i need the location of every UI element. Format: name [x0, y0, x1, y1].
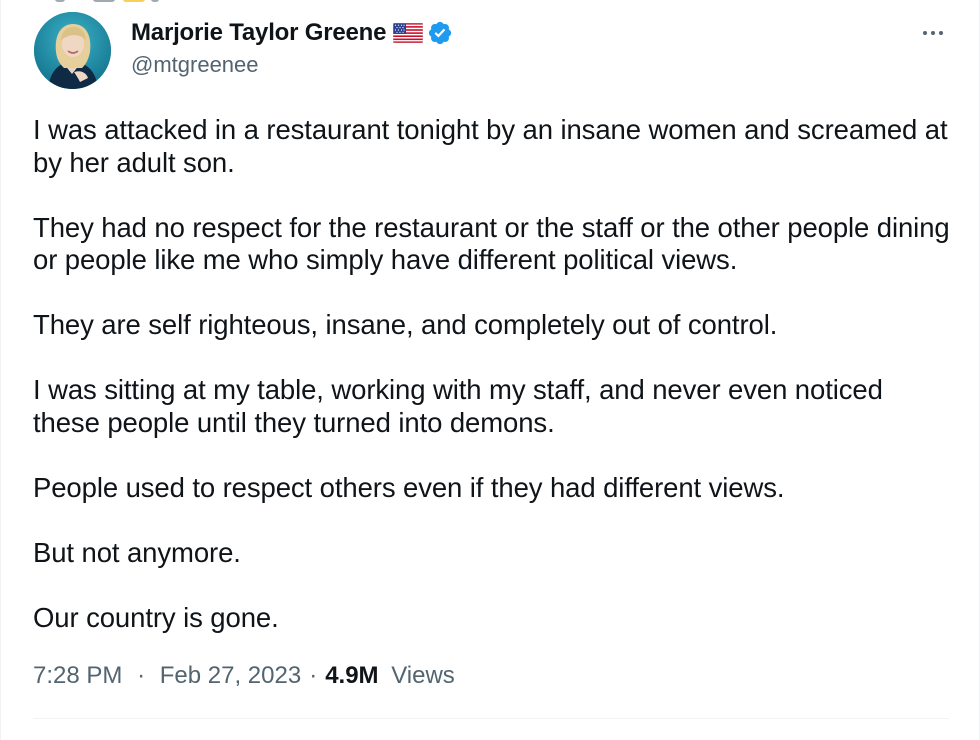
views-count: 4.9M [325, 662, 379, 689]
tweet-paragraph: People used to respect others even if th… [33, 471, 785, 503]
tweet-paragraph: But not anymore. [33, 536, 241, 568]
tweet-date: Feb 27, 2023 [159, 662, 302, 689]
author-display-name[interactable]: Marjorie Taylor Greene [131, 19, 386, 47]
more-options-icon-dot [931, 31, 935, 35]
author-info: Marjorie Taylor Greene @mtgreenee [131, 17, 453, 78]
tweet-meta: 7:28 PM · Feb 27, 2023 · 4.9M Views [33, 662, 455, 690]
tweet-text: I was attacked in a restaurant tonight b… [33, 114, 953, 634]
author-handle[interactable]: @mtgreenee [131, 52, 453, 78]
tweet-time: 7:28 PM [33, 662, 123, 689]
meta-separator: · [309, 662, 318, 689]
divider [33, 718, 949, 719]
profile-photo-icon [34, 12, 111, 89]
previous-item-peek [55, 0, 255, 4]
tweet-timestamp-link[interactable]: 7:28 PM · Feb 27, 2023 [33, 662, 301, 690]
tweet-paragraph: I was sitting at my table, working with … [33, 374, 883, 438]
more-options-button[interactable] [917, 22, 949, 44]
views-link[interactable]: 4.9M Views [325, 662, 455, 690]
tweet-paragraph: They are self righteous, insane, and com… [33, 309, 778, 340]
tweet-header: Marjorie Taylor Greene @mtgreenee [34, 12, 949, 92]
us-flag-icon [392, 22, 424, 44]
author-name-row: Marjorie Taylor Greene [131, 17, 453, 49]
avatar[interactable] [34, 12, 111, 89]
more-options-icon [923, 31, 927, 35]
views-label: Views [391, 662, 455, 689]
tweet-paragraph: Our country is gone. [33, 601, 279, 633]
tweet-paragraph: I was attacked in a restaurant tonight b… [33, 114, 948, 178]
tweet-paragraph: They had no respect for the restaurant o… [33, 211, 950, 276]
verified-badge-icon[interactable] [427, 20, 453, 46]
tweet-card: Marjorie Taylor Greene @mtgreenee I was … [0, 0, 980, 740]
meta-separator: · [137, 662, 146, 689]
more-options-icon-dot [939, 31, 943, 35]
